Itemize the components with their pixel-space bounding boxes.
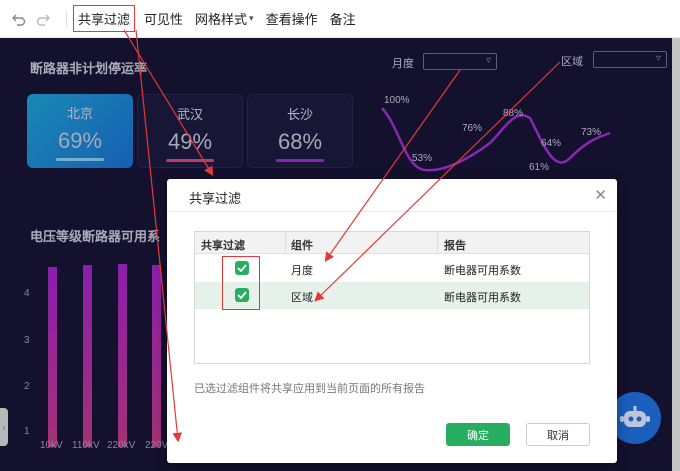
column-header-shared: 共享过滤 <box>201 240 245 252</box>
toolbar-divider <box>66 10 67 27</box>
toolbar-grid-style[interactable]: 网格样式 ▾ <box>192 7 257 30</box>
toolbar-visibility[interactable]: 可见性 <box>141 7 186 30</box>
column-divider <box>437 232 438 254</box>
row-component: 月度 <box>291 265 313 277</box>
toolbar-grid-style-label: 网格样式 <box>195 12 248 27</box>
checkbox-highlight-box <box>222 256 260 310</box>
toolbar-view-actions[interactable]: 查看操作 <box>263 7 321 30</box>
redo-icon[interactable] <box>34 10 52 28</box>
shared-filter-table: 共享过滤 组件 报告 月度 断电器可用系数 区域 断电器可用系数 <box>194 231 590 364</box>
toolbar-notes[interactable]: 备注 <box>327 7 359 30</box>
toolbar: 共享过滤 可见性 网格样式 ▾ 查看操作 备注 <box>0 0 680 38</box>
shared-filter-dialog: 共享过滤 ✕ 共享过滤 组件 报告 月度 断电器可用系数 区域 断电器可用系数 … <box>167 179 617 463</box>
dialog-title: 共享过滤 <box>189 191 242 206</box>
row-report: 断电器可用系数 <box>444 292 521 304</box>
chevron-down-icon: ▾ <box>249 13 254 23</box>
dialog-header: 共享过滤 ✕ <box>167 179 617 212</box>
column-divider <box>285 232 286 254</box>
column-header-component: 组件 <box>291 240 313 252</box>
table-header: 共享过滤 组件 报告 <box>195 232 589 254</box>
undo-icon[interactable] <box>10 10 28 28</box>
row-component: 区域 <box>291 292 313 304</box>
confirm-button[interactable]: 确定 <box>446 423 510 446</box>
toolbar-shared-filter[interactable]: 共享过滤 <box>73 5 136 32</box>
row-report: 断电器可用系数 <box>444 265 521 277</box>
cancel-button[interactable]: 取消 <box>526 423 590 446</box>
dialog-hint-text: 已选过滤组件将共享应用到当前页面的所有报告 <box>194 383 425 395</box>
column-header-report: 报告 <box>444 240 466 252</box>
close-icon[interactable]: ✕ <box>594 186 607 204</box>
